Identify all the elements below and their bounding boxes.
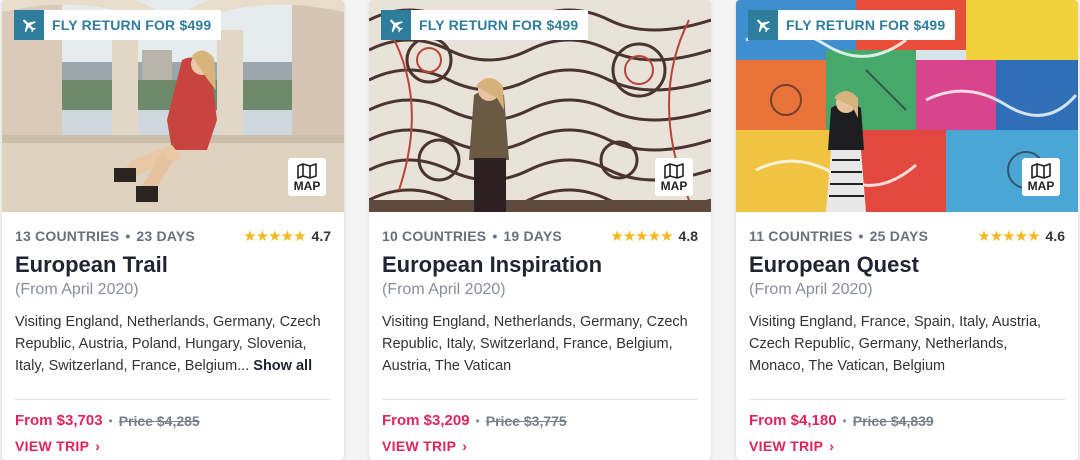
fly-return-badge: FLY RETURN FOR $499	[381, 10, 589, 40]
rating-value: 4.8	[678, 228, 698, 244]
country-count: 10 COUNTRIES	[382, 228, 487, 244]
rating[interactable]: ★★★★★ 4.8	[610, 227, 698, 245]
separator-dot: •	[108, 413, 113, 428]
tour-start-date: (From April 2020)	[15, 281, 139, 298]
original-price: Price $4,839	[852, 412, 934, 429]
view-trip-link[interactable]: VIEW TRIP ›	[749, 438, 1065, 454]
current-price: From $4,180	[749, 412, 837, 429]
day-count: 25 DAYS	[869, 228, 929, 244]
tour-card-row: FLY RETURN FOR $499 MAP 13 COUNTRIES • 23 …	[0, 0, 1080, 460]
fly-return-label: FLY RETURN FOR $499	[52, 17, 212, 33]
tour-visiting-list: Visiting England, Netherlands, Germany, …	[382, 311, 698, 377]
tour-title[interactable]: European Trail	[15, 252, 331, 278]
plane-icon	[748, 10, 778, 40]
map-label: MAP	[1027, 178, 1055, 193]
current-price: From $3,209	[382, 412, 470, 429]
chevron-right-icon: ›	[95, 438, 101, 454]
tour-title[interactable]: European Inspiration	[382, 252, 698, 278]
map-label: MAP	[293, 178, 321, 193]
tour-visiting-list: Visiting England, France, Spain, Italy, …	[749, 311, 1065, 377]
current-price: From $3,703	[15, 412, 103, 429]
map-button[interactable]: MAP	[655, 158, 693, 196]
separator-dot: •	[842, 413, 847, 428]
view-trip-label: VIEW TRIP	[382, 438, 457, 454]
tour-card-european-quest[interactable]: FLY RETURN FOR $499 MAP 11 COUNTRIES • 25 …	[736, 0, 1078, 460]
tour-card-european-inspiration[interactable]: FLY RETURN FOR $499 MAP 10 COUNTRIES • 19 …	[369, 0, 711, 460]
star-rating-icon: ★★★★★	[243, 228, 306, 245]
day-count: 23 DAYS	[136, 228, 195, 244]
visiting-text: Visiting England, Netherlands, Germany, …	[382, 314, 688, 374]
tour-photo[interactable]: FLY RETURN FOR $499 MAP	[369, 0, 711, 212]
map-icon	[297, 162, 317, 179]
separator-dot: •	[492, 228, 498, 244]
rating[interactable]: ★★★★★ 4.7	[243, 227, 331, 245]
separator-dot: •	[858, 228, 864, 244]
show-all-link[interactable]: Show all	[253, 358, 312, 374]
rating[interactable]: ★★★★★ 4.6	[977, 227, 1065, 245]
map-button[interactable]: MAP	[1022, 158, 1060, 196]
tour-start-date: (From April 2020)	[749, 281, 873, 298]
tour-card-european-trail[interactable]: FLY RETURN FOR $499 MAP 13 COUNTRIES • 23 …	[2, 0, 344, 460]
divider	[382, 399, 698, 400]
tour-photo[interactable]: FLY RETURN FOR $499 MAP	[2, 0, 344, 212]
separator-dot: •	[125, 228, 131, 244]
view-trip-label: VIEW TRIP	[15, 438, 90, 454]
separator-dot: •	[475, 413, 480, 428]
tour-visiting-list: Visiting England, Netherlands, Germany, …	[15, 311, 331, 377]
pricing: From $4,180 • Price $4,839	[749, 412, 1065, 429]
plane-icon	[381, 10, 411, 40]
view-trip-label: VIEW TRIP	[749, 438, 824, 454]
chevron-right-icon: ›	[829, 438, 835, 454]
chevron-right-icon: ›	[462, 438, 468, 454]
star-rating-icon: ★★★★★	[977, 228, 1040, 245]
map-icon	[1031, 162, 1051, 179]
pricing: From $3,703 • Price $4,285	[15, 412, 331, 429]
map-button[interactable]: MAP	[288, 158, 326, 196]
tour-start-date: (From April 2020)	[382, 281, 506, 298]
day-count: 19 DAYS	[503, 228, 562, 244]
rating-value: 4.6	[1045, 228, 1065, 244]
view-trip-link[interactable]: VIEW TRIP ›	[15, 438, 331, 454]
trip-stats: 13 COUNTRIES • 23 DAYS	[15, 228, 195, 244]
tour-title[interactable]: European Quest	[749, 252, 1065, 278]
map-icon	[664, 162, 684, 179]
plane-icon	[14, 10, 44, 40]
fly-return-badge: FLY RETURN FOR $499	[748, 10, 956, 40]
country-count: 13 COUNTRIES	[15, 228, 120, 244]
divider	[749, 399, 1065, 400]
view-trip-link[interactable]: VIEW TRIP ›	[382, 438, 698, 454]
divider	[15, 399, 331, 400]
fly-return-label: FLY RETURN FOR $499	[786, 17, 946, 33]
rating-value: 4.7	[311, 228, 331, 244]
visiting-text: Visiting England, France, Spain, Italy, …	[749, 314, 1042, 374]
original-price: Price $4,285	[118, 412, 200, 429]
trip-stats: 11 COUNTRIES • 25 DAYS	[749, 228, 928, 244]
original-price: Price $3,775	[485, 412, 567, 429]
pricing: From $3,209 • Price $3,775	[382, 412, 698, 429]
fly-return-label: FLY RETURN FOR $499	[419, 17, 579, 33]
country-count: 11 COUNTRIES	[749, 228, 853, 244]
fly-return-badge: FLY RETURN FOR $499	[14, 10, 222, 40]
tour-photo[interactable]: FLY RETURN FOR $499 MAP	[736, 0, 1078, 212]
map-label: MAP	[660, 178, 688, 193]
star-rating-icon: ★★★★★	[610, 228, 673, 245]
trip-stats: 10 COUNTRIES • 19 DAYS	[382, 228, 562, 244]
